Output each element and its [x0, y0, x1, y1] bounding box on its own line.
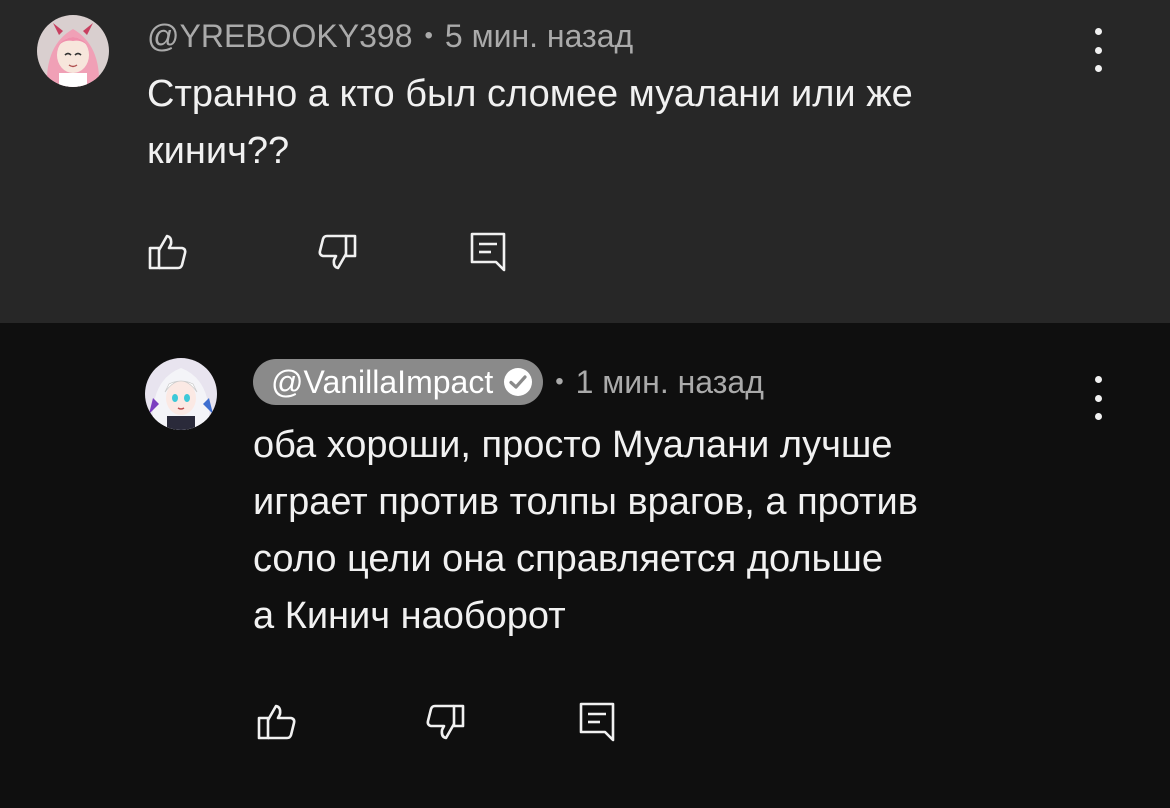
comment-reply: @VanillaImpact • 1 мин. назад оба хороши…	[0, 323, 1170, 808]
avatar[interactable]	[145, 358, 217, 430]
comments-section: @YREBOOKY398 • 5 мин. назад Странно а кт…	[0, 0, 1170, 808]
comment-text-line: кинич??	[147, 130, 290, 172]
menu-dot	[1094, 46, 1102, 54]
dislike-button[interactable]	[421, 698, 469, 746]
anime-avatar-white-hair-icon	[145, 358, 217, 430]
author-name: @VanillaImpact	[271, 363, 494, 400]
comment-header: @VanillaImpact • 1 мин. назад	[253, 359, 764, 405]
comment-header: @YREBOOKY398 • 5 мин. назад	[147, 16, 633, 56]
like-icon	[257, 704, 296, 740]
menu-dot	[1094, 28, 1102, 35]
dislike-icon	[318, 234, 357, 270]
verified-check-icon	[504, 368, 533, 396]
like-icon	[148, 234, 187, 270]
timestamp[interactable]: 1 мин. назад	[576, 364, 764, 401]
menu-dot	[1094, 413, 1102, 420]
dislike-button[interactable]	[313, 228, 361, 276]
comment-text-line: соло цели она справляется дольше	[253, 538, 883, 580]
more-vertical-icon[interactable]	[1083, 376, 1113, 420]
comment-text-line: а Кинич наоборот	[253, 595, 566, 637]
timestamp[interactable]: 5 мин. назад	[445, 18, 633, 55]
separator: •	[424, 22, 433, 49]
reply-button[interactable]	[573, 698, 621, 746]
menu-dot	[1094, 376, 1102, 383]
reply-button[interactable]	[464, 228, 512, 276]
comment-text-line: оба хороши, просто Муалани лучше	[253, 424, 893, 466]
avatar[interactable]	[37, 15, 109, 87]
comment-text: Странно а кто был сломее муалани или же …	[147, 66, 913, 180]
anime-avatar-pink-hair-icon	[37, 15, 109, 87]
menu-dot	[1094, 394, 1102, 402]
comment-text-line: играет против толпы врагов, а против	[253, 481, 918, 523]
author-badge[interactable]: @VanillaImpact	[253, 359, 544, 405]
author-name[interactable]: @YREBOOKY398	[147, 18, 412, 55]
dislike-icon	[426, 704, 465, 740]
comment-text-line: Странно а кто был сломее муалани или же	[147, 73, 913, 115]
more-vertical-icon[interactable]	[1083, 28, 1113, 72]
reply-icon	[470, 232, 506, 272]
comment-text: оба хороши, просто Муалани лучше играет …	[253, 417, 918, 645]
comment-highlighted: @YREBOOKY398 • 5 мин. назад Странно а кт…	[0, 0, 1170, 323]
separator: •	[555, 368, 564, 395]
reply-icon	[579, 702, 615, 742]
menu-dot	[1094, 65, 1102, 72]
like-button[interactable]	[144, 228, 192, 276]
like-button[interactable]	[253, 698, 301, 746]
